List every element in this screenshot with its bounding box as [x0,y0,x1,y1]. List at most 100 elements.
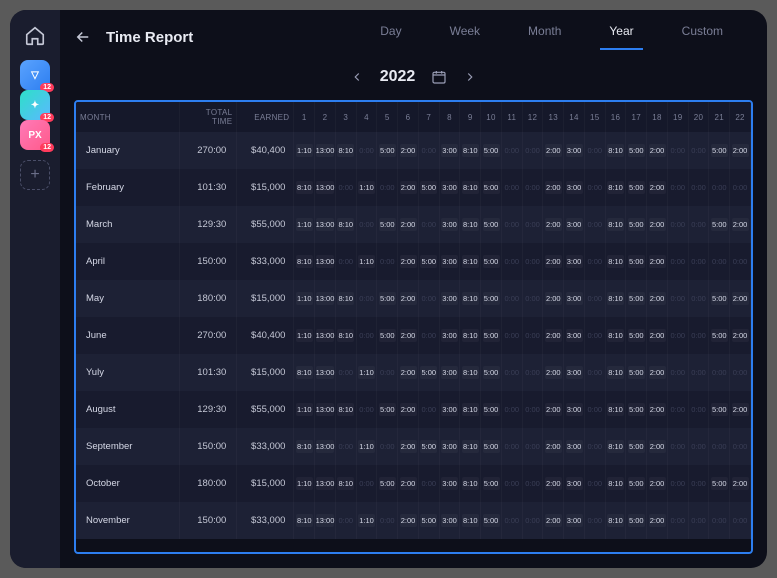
cell-day: 13:00 [315,502,336,539]
col-day-15: 15 [584,102,605,132]
cell-day: 5:00 [481,354,502,391]
cell-day: 0:00 [688,132,709,169]
cell-day: 0:00 [501,132,522,169]
cell-day: 8:10 [460,465,481,502]
cell-day: 3:00 [564,243,585,280]
cell-day: 0:00 [377,354,398,391]
table-row[interactable]: Yuly101:30$15,0008:1013:000:001:100:002:… [76,354,751,391]
table-row[interactable]: August129:30$55,0001:1013:008:100:005:00… [76,391,751,428]
cell-day: 0:00 [730,243,751,280]
table-row[interactable]: April150:00$33,0008:1013:000:001:100:002… [76,243,751,280]
cell-day: 2:00 [398,428,419,465]
cell-day: 0:00 [688,502,709,539]
cell-day: 0:00 [667,354,688,391]
cell-day: 2:00 [543,243,564,280]
cell-day: 2:00 [398,502,419,539]
cell-earned: $15,000 [237,169,294,206]
cell-day: 8:10 [335,280,356,317]
cell-day: 0:00 [501,317,522,354]
cell-day: 0:00 [418,465,439,502]
tab-year[interactable]: Year [585,24,657,50]
cell-day: 3:00 [439,502,460,539]
cell-day: 5:00 [481,428,502,465]
cell-day: 13:00 [315,169,336,206]
cell-day: 8:10 [605,465,626,502]
table-row[interactable]: May180:00$15,0001:1013:008:100:005:002:0… [76,280,751,317]
cell-earned: $55,000 [237,391,294,428]
col-day-11: 11 [501,102,522,132]
sidebar: ▽12✦12PX12 + [10,10,60,568]
table-row[interactable]: February101:30$15,0008:1013:000:001:100:… [76,169,751,206]
home-icon[interactable] [21,22,49,50]
tab-month[interactable]: Month [504,24,585,50]
table-row[interactable]: March129:30$55,0001:1013:008:100:005:002… [76,206,751,243]
cell-earned: $40,400 [237,317,294,354]
cell-day: 0:00 [501,465,522,502]
cell-day: 2:00 [730,317,751,354]
col-day-2: 2 [315,102,336,132]
cell-day: 2:00 [543,354,564,391]
col-day-6: 6 [398,102,419,132]
cell-day: 0:00 [418,280,439,317]
cell-day: 8:10 [335,206,356,243]
next-year-button[interactable] [463,70,477,84]
cell-day: 0:00 [522,206,543,243]
cell-day: 3:00 [439,428,460,465]
cell-day: 2:00 [647,317,668,354]
table-row[interactable]: September150:00$33,0008:1013:000:001:100… [76,428,751,465]
cell-day: 0:00 [584,169,605,206]
cell-day: 0:00 [522,465,543,502]
sidebar-app-0[interactable]: ▽12 [20,60,50,90]
cell-day: 0:00 [335,354,356,391]
tab-day[interactable]: Day [356,24,425,50]
cell-day: 1:10 [356,169,377,206]
cell-day: 0:00 [688,391,709,428]
col-day-14: 14 [564,102,585,132]
cell-day: 0:00 [418,391,439,428]
col-day-3: 3 [335,102,356,132]
cell-day: 8:10 [460,317,481,354]
cell-day: 3:00 [439,206,460,243]
cell-day: 2:00 [647,132,668,169]
sidebar-app-2[interactable]: PX12 [20,120,50,150]
col-month: MONTH [76,102,180,132]
cell-day: 5:00 [626,502,647,539]
cell-day: 0:00 [688,465,709,502]
table-row[interactable]: June270:00$40,4001:1013:008:100:005:002:… [76,317,751,354]
cell-day: 8:10 [605,317,626,354]
table-row[interactable]: January270:00$40,4001:1013:008:100:005:0… [76,132,751,169]
cell-day: 0:00 [356,206,377,243]
cell-day: 8:10 [460,391,481,428]
cell-earned: $15,000 [237,354,294,391]
cell-day: 0:00 [667,428,688,465]
cell-day: 5:00 [377,206,398,243]
cell-month: November [76,502,180,539]
sidebar-app-1[interactable]: ✦12 [20,90,50,120]
cell-day: 0:00 [501,502,522,539]
cell-day: 5:00 [626,280,647,317]
cell-day: 5:00 [626,169,647,206]
add-workspace-button[interactable]: + [20,160,50,190]
cell-day: 8:10 [605,391,626,428]
col-day-22: 22 [730,102,751,132]
col-day-18: 18 [647,102,668,132]
back-button[interactable] [74,28,92,46]
prev-year-button[interactable] [350,70,364,84]
col-day-1: 1 [294,102,315,132]
calendar-icon[interactable] [431,69,447,85]
cell-day: 2:00 [543,465,564,502]
cell-day: 1:10 [294,132,315,169]
tab-custom[interactable]: Custom [658,24,747,50]
tab-week[interactable]: Week [426,24,504,50]
table-row[interactable]: November150:00$33,0008:1013:000:001:100:… [76,502,751,539]
cell-day: 5:00 [377,132,398,169]
cell-day: 8:10 [294,243,315,280]
cell-day: 0:00 [335,243,356,280]
cell-day: 5:00 [626,206,647,243]
cell-total: 129:30 [180,391,237,428]
cell-day: 5:00 [626,391,647,428]
cell-day: 13:00 [315,206,336,243]
table-row[interactable]: October180:00$15,0001:1013:008:100:005:0… [76,465,751,502]
cell-day: 0:00 [667,132,688,169]
cell-day: 5:00 [481,132,502,169]
